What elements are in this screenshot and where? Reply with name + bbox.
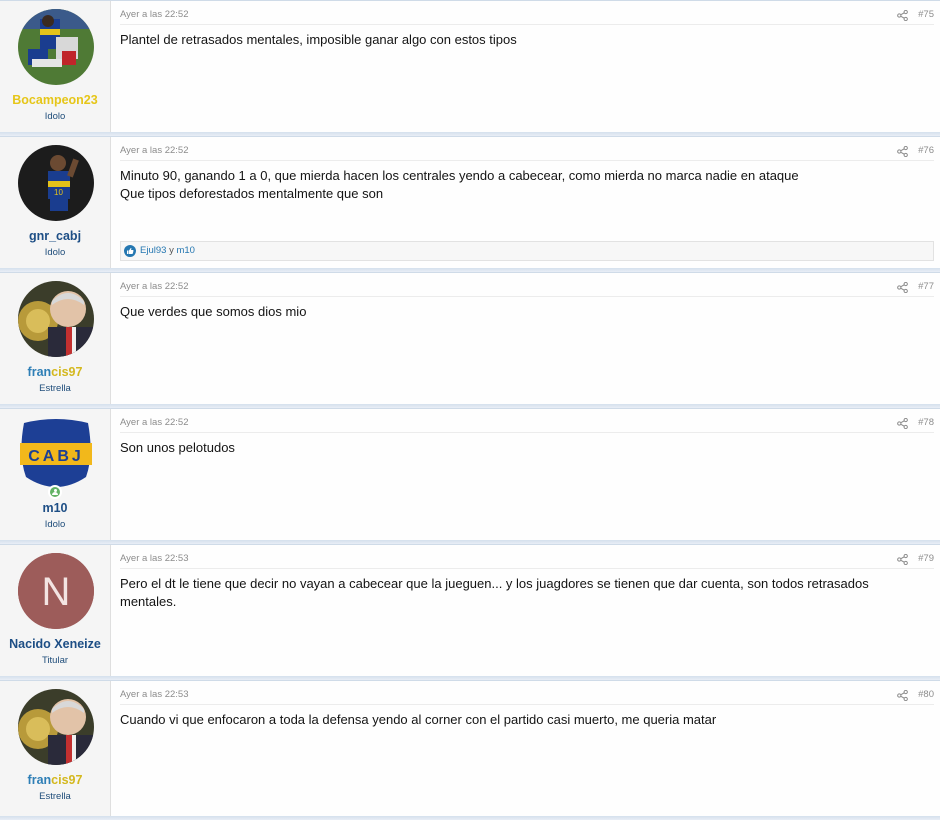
avatar-image: N bbox=[18, 553, 94, 629]
user-title: Idolo bbox=[44, 111, 66, 122]
post-number[interactable]: #75 bbox=[918, 6, 934, 24]
user-cell: Bocampeon23 Idolo bbox=[0, 1, 111, 132]
user-title: Estrella bbox=[39, 791, 71, 802]
post-text: Que verdes que somos dios mio bbox=[120, 304, 307, 319]
user-title: Estrella bbox=[39, 383, 71, 394]
post-attribution: Ayer a las 22:53 #79 bbox=[120, 550, 934, 569]
share-icon[interactable] bbox=[897, 690, 908, 701]
post: francis97 Estrella Ayer a las 22:52 #77 … bbox=[0, 272, 940, 408]
post-main: Ayer a las 22:52 #77 Que verdes que somo… bbox=[111, 273, 940, 404]
post-attribution: Ayer a las 22:52 #77 bbox=[120, 278, 934, 297]
avatar-image bbox=[18, 689, 94, 765]
post-attribution: Ayer a las 22:52 #75 bbox=[120, 6, 934, 25]
share-icon[interactable] bbox=[897, 418, 908, 429]
share-icon[interactable] bbox=[897, 554, 908, 565]
avatar-image: CABJ bbox=[18, 417, 94, 493]
online-status-icon bbox=[48, 485, 62, 499]
username-part: fran bbox=[27, 773, 52, 787]
avatar-image bbox=[18, 281, 94, 357]
svg-text:10: 10 bbox=[54, 188, 63, 197]
post-date[interactable]: Ayer a las 22:53 bbox=[120, 686, 188, 704]
username[interactable]: m10 bbox=[0, 500, 110, 516]
avatar[interactable] bbox=[18, 9, 94, 85]
share-icon[interactable] bbox=[897, 146, 908, 157]
post-date[interactable]: Ayer a las 22:52 bbox=[120, 414, 188, 432]
username-part: cis97 bbox=[51, 365, 83, 379]
avatar[interactable] bbox=[18, 281, 94, 357]
avatar-image: 10 bbox=[18, 145, 94, 221]
post: francis97 Estrella Ayer a las 22:53 #80 … bbox=[0, 680, 940, 820]
post-body: Que verdes que somos dios mio bbox=[120, 303, 910, 321]
post-main: Ayer a las 22:52 #76 Minuto 90, ganando … bbox=[111, 137, 940, 268]
post-body: Pero el dt le tiene que decir no vayan a… bbox=[120, 575, 900, 611]
post-main: Ayer a las 22:53 #80 Cuando vi que enfoc… bbox=[111, 681, 940, 816]
username[interactable]: francis97 bbox=[0, 364, 110, 380]
avatar[interactable]: 10 bbox=[18, 145, 94, 221]
reaction-user[interactable]: m10 bbox=[176, 245, 194, 256]
post-number[interactable]: #77 bbox=[918, 278, 934, 296]
post-text: Plantel de retrasados mentales, imposibl… bbox=[120, 32, 517, 47]
post: 10 gnr_cabj Idolo Ayer a las 22:52 #76 M… bbox=[0, 136, 940, 272]
post-attribution: Ayer a las 22:53 #80 bbox=[120, 686, 934, 705]
avatar-letter: N bbox=[42, 570, 71, 614]
post-date[interactable]: Ayer a las 22:52 bbox=[120, 278, 188, 296]
avatar[interactable]: N bbox=[18, 553, 94, 629]
reactions-text: Ejul93 y m10 bbox=[140, 242, 195, 260]
post-attribution: Ayer a las 22:52 #78 bbox=[120, 414, 934, 433]
user-title: Idolo bbox=[44, 519, 66, 530]
post-body: Plantel de retrasados mentales, imposibl… bbox=[120, 31, 910, 49]
like-icon bbox=[124, 245, 136, 257]
username-part: cis97 bbox=[51, 773, 83, 787]
reaction-joiner: y bbox=[169, 245, 174, 256]
username[interactable]: francis97 bbox=[0, 772, 110, 788]
username[interactable]: Nacido Xeneize bbox=[0, 636, 110, 652]
share-icon[interactable] bbox=[897, 282, 908, 293]
post-main: Ayer a las 22:52 #78 Son unos pelotudos bbox=[111, 409, 940, 540]
avatar-text: CABJ bbox=[28, 448, 84, 465]
post-body: Cuando vi que enfocaron a toda la defens… bbox=[120, 711, 910, 729]
post-attribution: Ayer a las 22:52 #76 bbox=[120, 142, 934, 161]
post-date[interactable]: Ayer a las 22:52 bbox=[120, 6, 188, 24]
avatar-image bbox=[18, 9, 94, 85]
post-text: Cuando vi que enfocaron a toda la defens… bbox=[120, 712, 717, 727]
reaction-user[interactable]: Ejul93 bbox=[140, 245, 166, 256]
username-part: fran bbox=[27, 365, 52, 379]
thread: Bocampeon23 Idolo Ayer a las 22:52 #75 P… bbox=[0, 0, 940, 820]
user-cell: 10 gnr_cabj Idolo bbox=[0, 137, 111, 268]
post-text: Pero el dt le tiene que decir no vayan a… bbox=[120, 576, 869, 609]
user-title: Titular bbox=[41, 655, 69, 666]
post-number[interactable]: #79 bbox=[918, 550, 934, 568]
user-cell: N Nacido Xeneize Titular bbox=[0, 545, 111, 676]
post-text: Que tipos deforestados mentalmente que s… bbox=[120, 186, 384, 201]
reactions-bar[interactable]: Ejul93 y m10 bbox=[120, 241, 934, 261]
avatar[interactable] bbox=[18, 689, 94, 765]
share-icon[interactable] bbox=[897, 10, 908, 21]
username[interactable]: gnr_cabj bbox=[0, 228, 110, 244]
post-number[interactable]: #80 bbox=[918, 686, 934, 704]
post: N Nacido Xeneize Titular Ayer a las 22:5… bbox=[0, 544, 940, 680]
user-cell: francis97 Estrella bbox=[0, 681, 111, 816]
post-date[interactable]: Ayer a las 22:52 bbox=[120, 142, 188, 160]
username[interactable]: Bocampeon23 bbox=[0, 92, 110, 108]
post-number[interactable]: #76 bbox=[918, 142, 934, 160]
post-number[interactable]: #78 bbox=[918, 414, 934, 432]
post-text: Minuto 90, ganando 1 a 0, que mierda hac… bbox=[120, 168, 799, 183]
avatar[interactable]: CABJ bbox=[18, 417, 94, 493]
post-body: Son unos pelotudos bbox=[120, 439, 910, 457]
post: CABJ m10 Idolo Ayer a las 22:52 #78 Son … bbox=[0, 408, 940, 544]
post-main: Ayer a las 22:53 #79 Pero el dt le tiene… bbox=[111, 545, 940, 676]
user-title: Idolo bbox=[44, 247, 66, 258]
post: Bocampeon23 Idolo Ayer a las 22:52 #75 P… bbox=[0, 0, 940, 136]
post-text: Son unos pelotudos bbox=[120, 440, 235, 455]
post-body: Minuto 90, ganando 1 a 0, que mierda hac… bbox=[120, 167, 910, 203]
user-cell: francis97 Estrella bbox=[0, 273, 111, 404]
post-main: Ayer a las 22:52 #75 Plantel de retrasad… bbox=[111, 1, 940, 132]
post-date[interactable]: Ayer a las 22:53 bbox=[120, 550, 188, 568]
user-cell: CABJ m10 Idolo bbox=[0, 409, 111, 540]
